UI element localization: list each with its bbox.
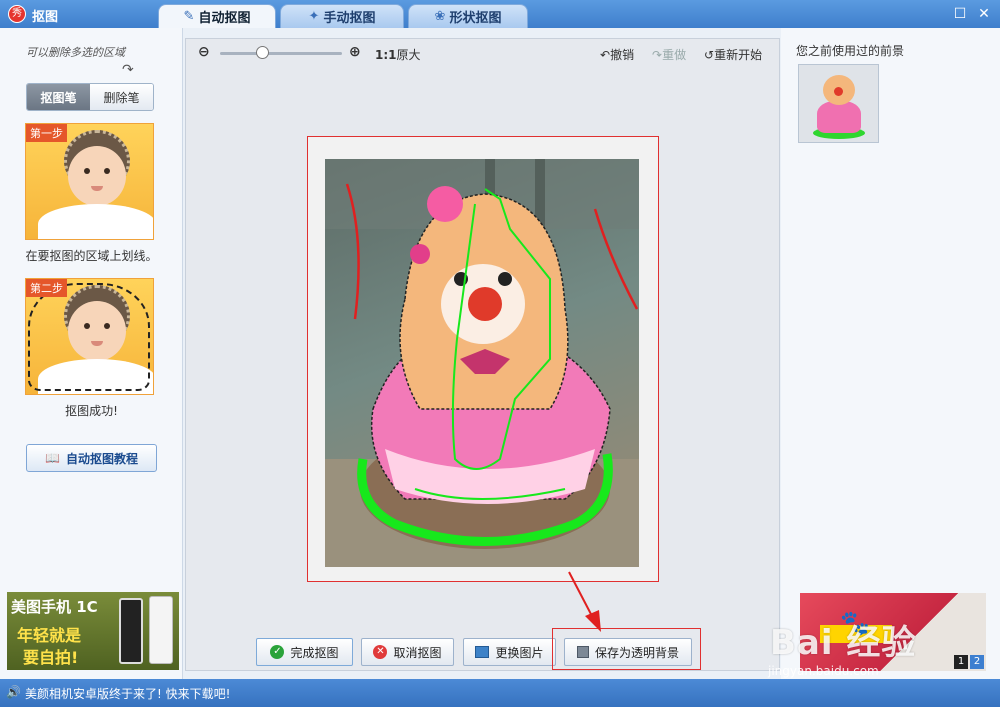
phone-image [149,596,173,664]
tab-manual-cutout[interactable]: ✦ 手动抠图 [280,4,404,28]
phone-image [119,598,143,664]
zoom-slider[interactable] [220,52,342,55]
status-message[interactable]: 美颜相机安卓版终于来了! 快来下载吧! [25,685,230,702]
book-icon: 📖 [45,451,60,465]
annotation-arrow-icon [568,571,601,632]
hint-text: 可以删除多选的区域 [26,46,125,59]
right-panel: 您之前使用过的前景 🐾 1 2 [781,28,1000,679]
cutout-pen-button[interactable]: 抠图笔 [27,84,90,110]
ad-brand: 美图手机 1C [11,598,98,616]
check-icon: ✓ [270,645,285,659]
cancel-label: 取消抠图 [393,645,442,660]
tab-label: 手动抠图 [323,11,376,26]
watermark-url: jingyan.baidu.com [768,664,879,678]
ad-page-1[interactable]: 1 [954,655,968,669]
tab-label: 形状抠图 [449,11,502,26]
pen-tool-group: 抠图笔 删除笔 [26,83,154,111]
step2-caption: 抠图成功! [65,404,118,418]
step2-badge: 第二步 [26,279,67,297]
annotation-highlight-box [552,628,701,670]
app-logo-icon: 秀 [8,5,26,23]
photo-illustration [325,159,639,567]
undo-label: 撤销 [610,48,635,62]
ad-page-2[interactable]: 2 [970,655,984,669]
original-size-label: 原大 [396,48,421,62]
replace-image-button[interactable]: 更换图片 [463,638,556,666]
baby-eye [84,168,90,174]
editing-photo[interactable] [325,159,639,567]
zoom-in-icon[interactable]: ⊕ [349,44,361,60]
image-icon [475,646,490,658]
replace-label: 更换图片 [495,645,544,660]
speaker-icon: 🔊 [6,685,21,699]
step1-image: 第一步 [25,123,154,240]
tab-auto-cutout[interactable]: ✎ 自动抠图 [158,4,276,28]
ad-slogan-2: 要自拍! [23,648,79,667]
status-bar: 🔊 美颜相机安卓版终于来了! 快来下载吧! [0,679,1000,707]
redo-label: 重做 [662,48,687,62]
ad-slogan-1: 年轻就是 [17,626,82,645]
baby-eye [104,168,110,174]
tutorial-button[interactable]: 📖 自动抠图教程 [26,444,157,472]
actual-size-button[interactable]: 1:1原大 [375,46,421,63]
selection-outline [28,283,150,391]
tab-shape-cutout[interactable]: ❀ 形状抠图 [408,4,528,28]
restart-button[interactable]: ↺重新开始 [704,46,762,63]
thumb-dress [817,101,861,133]
step2-image: 第二步 [25,278,154,395]
left-panel: 可以删除多选的区域 ↷ 抠图笔 删除笔 第一步 在要抠图的区域上划线。 第二步 … [0,28,183,679]
wand-icon: ✦ [308,9,320,24]
thumb-nose [834,87,843,96]
finish-cutout-button[interactable]: ✓ 完成抠图 [256,638,353,666]
restart-label: 重新开始 [714,48,763,62]
eraser-pen-button[interactable]: 删除笔 [90,84,153,110]
zoom-ratio: 1:1 [375,48,397,62]
baby-body [38,204,153,239]
ad-pagination: 1 2 [954,655,984,669]
undo-button[interactable]: ↶撤销 [600,46,634,63]
baby-face [68,146,126,206]
title-bar: 秀 抠图 ✎ 自动抠图 ✦ 手动抠图 ❀ 形状抠图 ☐ ✕ [0,0,1000,28]
watermark-brand: Bai 经验 [770,623,917,663]
tutorial-label: 自动抠图教程 [65,451,138,466]
undo-icon: ↶ [600,48,611,62]
character-nose [468,287,502,321]
step1-badge: 第一步 [26,124,67,142]
shape-icon: ❀ [434,9,446,24]
redo-button[interactable]: ↷重做 [652,46,686,63]
cancel-cutout-button[interactable]: ✕ 取消抠图 [361,638,454,666]
finish-label: 完成抠图 [290,645,339,660]
zoom-slider-thumb[interactable] [256,46,270,59]
redo-icon: ↷ [652,48,663,62]
toolbar: ⊖ ⊕ 1:1原大 ↶撤销 ↷重做 ↺重新开始 [186,39,779,67]
left-ad-banner[interactable]: 美图手机 1C 年轻就是 要自拍! [7,592,179,670]
maximize-button[interactable]: ☐ [952,6,968,22]
hint-arrow-icon: ↷ [122,62,134,78]
step1-caption: 在要抠图的区域上划线。 [25,249,158,263]
recent-foreground-thumbnail[interactable] [798,64,879,143]
zoom-out-icon[interactable]: ⊖ [198,44,210,60]
canvas-frame [307,136,659,582]
canvas-area: ⊖ ⊕ 1:1原大 ↶撤销 ↷重做 ↺重新开始 ✓ 完成抠图 ✕ 取消抠图 更换… [185,38,780,671]
tab-label: 自动抠图 [198,11,251,26]
brush-icon: ✎ [183,9,195,24]
close-button[interactable]: ✕ [976,6,992,22]
recent-foregrounds-title: 您之前使用过的前景 [796,44,905,58]
cancel-icon: ✕ [373,645,388,659]
restart-icon: ↺ [704,48,715,62]
window-title: 抠图 [32,10,59,25]
